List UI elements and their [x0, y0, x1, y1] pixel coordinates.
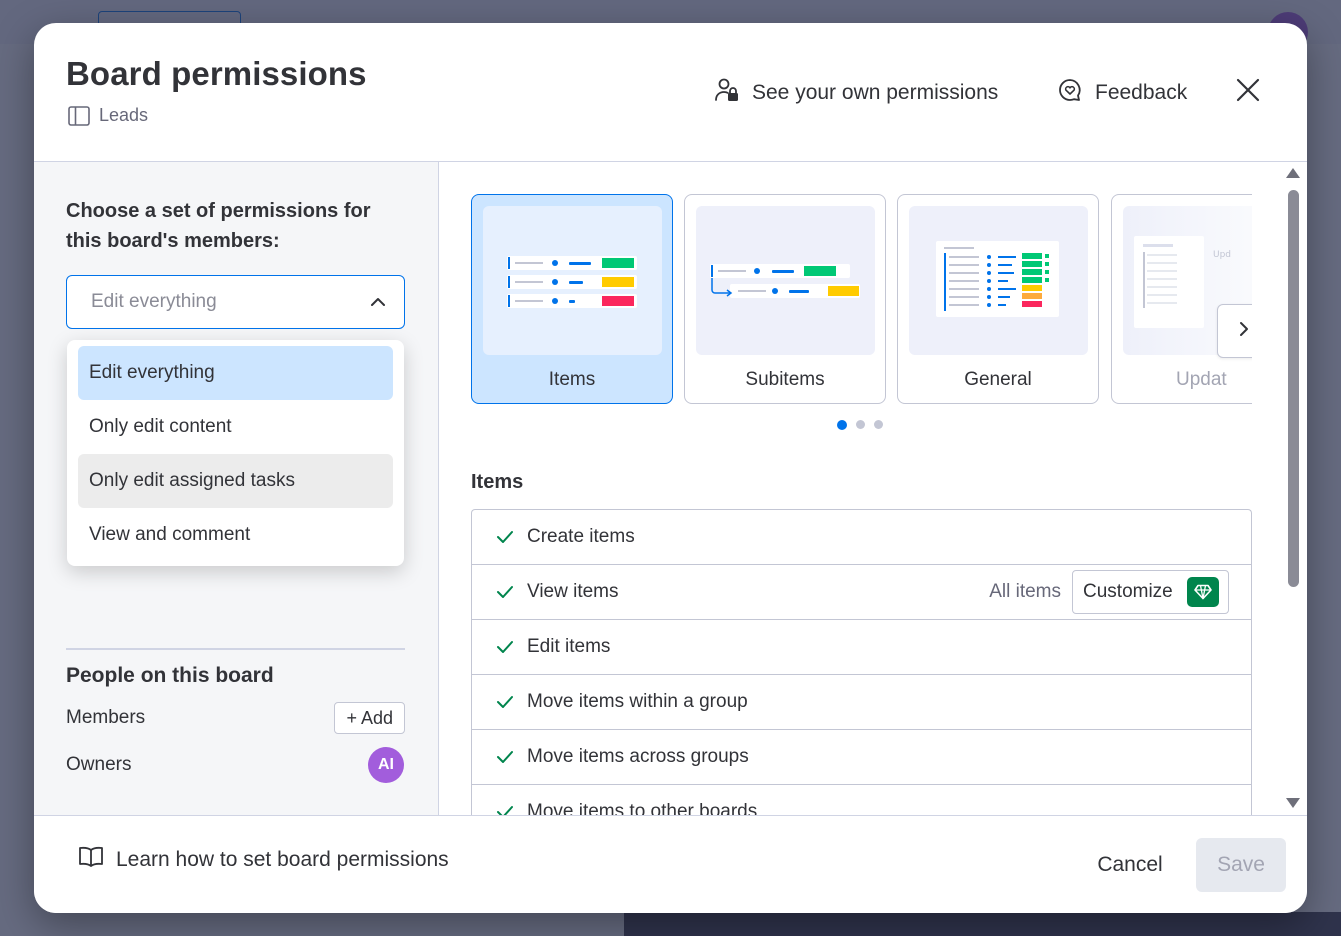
right-panel-scrollbar[interactable] [1282, 168, 1300, 816]
owners-label: Owners [66, 754, 132, 775]
permission-label: Edit items [527, 636, 611, 657]
permission-set-select-value: Edit everything [91, 291, 217, 312]
avatar[interactable]: AI [368, 747, 404, 783]
category-card-label: Items [548, 369, 596, 390]
cancel-button[interactable]: Cancel [1080, 838, 1180, 892]
book-icon [78, 845, 104, 875]
category-card-label: Updat [1176, 369, 1227, 390]
subitems-illustration [696, 206, 875, 355]
permission-label: Create items [527, 526, 635, 547]
user-lock-icon [714, 77, 740, 109]
modal-title: Board permissions [66, 55, 367, 92]
members-label: Members [66, 707, 146, 728]
close-button[interactable] [1232, 76, 1264, 108]
option-edit-everything[interactable]: Edit everything [78, 346, 393, 400]
carousel-next-button[interactable] [1217, 304, 1252, 358]
modal-footer: Learn how to set board permissions Cance… [34, 815, 1307, 913]
carousel-pagination [837, 419, 883, 430]
permission-label: View items [527, 581, 619, 602]
carousel-dot-1[interactable] [837, 419, 847, 430]
scroll-up-arrow-icon[interactable] [1286, 168, 1300, 178]
option-only-edit-assigned-tasks[interactable]: Only edit assigned tasks [78, 454, 393, 508]
permission-row: Edit items [472, 620, 1251, 675]
permission-label: Move items within a group [527, 691, 748, 712]
check-icon [496, 693, 514, 711]
permission-scope: All items [989, 581, 1061, 602]
carousel-dot-3[interactable] [874, 420, 883, 429]
items-section-title: Items [471, 471, 524, 493]
svg-text:Upd: Upd [1213, 250, 1231, 260]
carousel-dot-2[interactable] [856, 420, 865, 429]
items-illustration [483, 206, 662, 355]
feedback-button[interactable]: Feedback [1057, 77, 1187, 109]
modal-header: Board permissions Leads See your own per… [34, 23, 1307, 162]
board-name: Leads [99, 105, 149, 125]
board-breadcrumb: Leads [68, 105, 148, 126]
option-view-and-comment[interactable]: View and comment [78, 508, 393, 562]
general-illustration [909, 206, 1088, 355]
permission-row: Create items [472, 510, 1251, 565]
permission-set-select[interactable]: Edit everything [66, 275, 405, 329]
check-icon [496, 803, 514, 815]
check-icon [496, 583, 514, 601]
feedback-label: Feedback [1095, 81, 1188, 104]
category-card-label: Subitems [745, 369, 825, 390]
feedback-icon [1057, 77, 1083, 109]
items-permissions-table: Create items View items All items Custom… [471, 509, 1252, 815]
chevron-right-icon [1237, 321, 1251, 342]
permission-label: Move items to other boards [527, 801, 758, 815]
category-carousel: Items Subitems General Upd Updat [471, 194, 1252, 404]
scroll-thumb[interactable] [1288, 190, 1299, 587]
people-title: People on this board [66, 664, 274, 687]
board-permissions-modal: Board permissions Leads See your own per… [34, 23, 1307, 913]
permission-row: Move items to other boards [472, 785, 1251, 815]
learn-permissions-link[interactable]: Learn how to set board permissions [78, 845, 449, 875]
add-members-button[interactable]: + Add [334, 702, 405, 734]
category-card-label: General [964, 369, 1032, 390]
customize-label: Customize [1083, 581, 1173, 602]
see-own-permissions-label: See your own permissions [752, 81, 999, 104]
permission-label: Move items across groups [527, 746, 749, 767]
close-icon [1236, 78, 1260, 107]
people-divider [66, 648, 405, 650]
permission-row: View items All items Customize [472, 565, 1251, 620]
option-only-edit-content[interactable]: Only edit content [78, 400, 393, 454]
members-row: Members + Add [66, 702, 405, 734]
permission-set-dropdown: Edit everything Only edit content Only e… [67, 340, 404, 566]
permissions-detail-panel: Items Subitems General Upd Updat Items C… [439, 162, 1307, 815]
check-icon [496, 638, 514, 656]
permission-row: Move items across groups [472, 730, 1251, 785]
category-card-items[interactable]: Items [471, 194, 673, 404]
save-button[interactable]: Save [1196, 838, 1286, 892]
scroll-down-arrow-icon[interactable] [1286, 798, 1300, 808]
check-icon [496, 748, 514, 766]
category-card-subitems[interactable]: Subitems [684, 194, 886, 404]
owners-row: Owners AI [66, 747, 405, 783]
learn-permissions-label: Learn how to set board permissions [116, 848, 449, 871]
permission-set-heading: Choose a set of permissions for this boa… [66, 200, 371, 252]
chevron-up-icon [370, 294, 386, 316]
category-card-general[interactable]: General [897, 194, 1099, 404]
permission-row: Move items within a group [472, 675, 1251, 730]
check-icon [496, 528, 514, 546]
customize-button[interactable]: Customize [1072, 570, 1229, 614]
diamond-icon [1187, 577, 1219, 607]
category-card-updates[interactable]: Upd Updat [1111, 194, 1252, 404]
board-icon [68, 105, 90, 126]
see-own-permissions-button[interactable]: See your own permissions [714, 77, 998, 109]
permission-set-panel: Choose a set of permissions for this boa… [34, 162, 439, 815]
